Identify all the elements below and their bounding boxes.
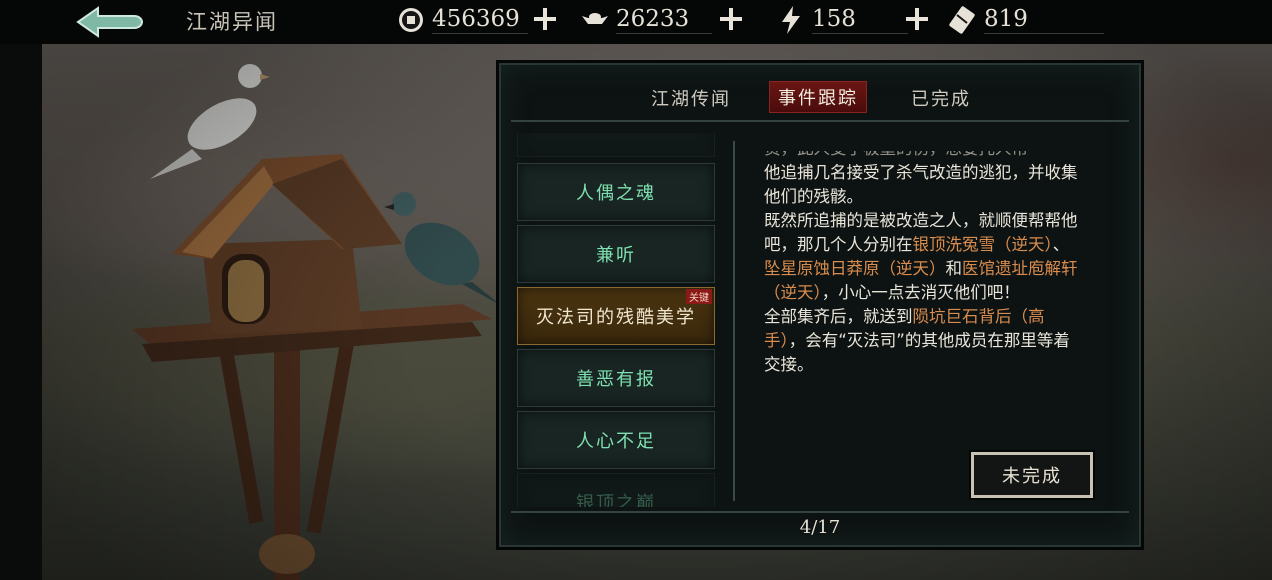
page-indicator: 4/17 <box>799 517 841 538</box>
list-item[interactable] <box>517 133 715 157</box>
copper-coin-icon <box>396 5 426 35</box>
add-energy-button[interactable] <box>904 6 930 32</box>
description-paragraph-2: 既然所追捕的是被改造之人，就顺便帮帮他吧，那几个人分别在银顶洗冤雪（逆天）、坠星… <box>764 211 1078 302</box>
ticket-icon <box>948 5 978 35</box>
description-line-partial: 责，此人受了极重的伤，想要托人帮 <box>764 151 1084 161</box>
energy-value: 158 <box>812 6 908 34</box>
add-coins-button[interactable] <box>532 6 558 32</box>
ingot-value: 26233 <box>616 6 712 34</box>
back-arrow-icon <box>76 6 144 38</box>
ingot-counter: 26233 <box>580 2 712 38</box>
coins-value: 456369 <box>432 6 528 34</box>
tab-completed[interactable]: 已完成 <box>911 85 971 111</box>
event-list[interactable]: 人偶之魂 兼听 灭法司的残酷美学 关键 善恶有报 人心不足 银顶之巅 <box>517 133 715 507</box>
energy-counter: 158 <box>776 2 908 38</box>
panel-divider-bottom <box>511 511 1129 513</box>
tab-rumors[interactable]: 江湖传闻 <box>651 85 731 111</box>
panel-divider-top <box>511 120 1129 122</box>
add-ingot-button[interactable] <box>718 6 744 32</box>
top-bar: 江湖异闻 456369 26233 158 819 <box>0 0 1272 44</box>
description-line: 他追捕几名接受了杀气改造的逃犯，并收集他们的残骸。 <box>764 163 1078 206</box>
key-badge: 关键 <box>686 289 712 304</box>
event-panel: 江湖传闻 事件跟踪 已完成 人偶之魂 兼听 灭法司的残酷美学 关键 善恶有报 人… <box>499 63 1141 547</box>
status-button[interactable]: 未完成 <box>971 452 1093 498</box>
list-item[interactable]: 人心不足 <box>517 411 715 469</box>
location-link[interactable]: 银顶洗冤雪（逆天） <box>913 235 1053 254</box>
silver-ingot-icon <box>580 5 610 35</box>
ticket-value: 819 <box>984 6 1104 34</box>
list-item[interactable]: 银顶之巅 <box>517 473 715 507</box>
coins-counter: 456369 <box>396 2 528 38</box>
list-item[interactable]: 兼听 <box>517 225 715 283</box>
event-description[interactable]: 责，此人受了极重的伤，想要托人帮 他追捕几名接受了杀气改造的逃犯，并收集他们的残… <box>764 151 1084 413</box>
list-item[interactable]: 人偶之魂 <box>517 163 715 221</box>
page-title: 江湖异闻 <box>186 10 278 34</box>
panel-divider-vertical <box>733 141 735 501</box>
description-paragraph-3: 全部集齐后，就送到陨坑巨石背后（高手），会有“灭法司”的其他成员在那里等着交接。 <box>764 307 1070 374</box>
tab-event-tracking[interactable]: 事件跟踪 <box>769 81 867 113</box>
list-item[interactable]: 善恶有报 <box>517 349 715 407</box>
back-button[interactable] <box>74 4 146 40</box>
location-link[interactable]: 坠星原蚀日莽原（逆天） <box>764 259 946 278</box>
list-item-selected[interactable]: 灭法司的残酷美学 关键 <box>517 287 715 345</box>
list-item-label: 灭法司的残酷美学 <box>536 307 696 328</box>
lightning-icon <box>776 5 806 35</box>
ticket-counter: 819 <box>948 2 1104 38</box>
